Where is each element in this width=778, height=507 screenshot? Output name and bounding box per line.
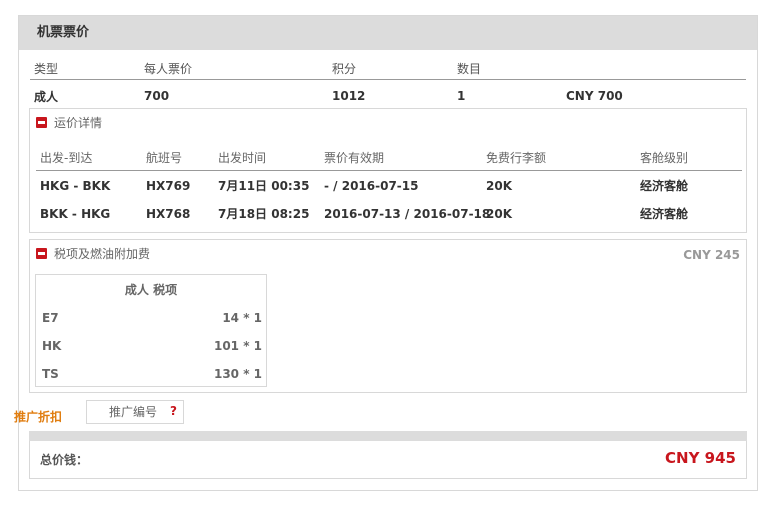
promo-label: 推广折扣 (14, 410, 63, 424)
fare-details-toggle[interactable]: 运价详情 (36, 116, 102, 130)
fare-cabin: 经济客舱 (640, 207, 689, 221)
total-section: 总价钱： CNY 945 (29, 441, 747, 479)
fare-header-row: 出发-到达 航班号 出发时间 票价有效期 免费行李额 客舱级别 (36, 145, 742, 171)
summary-header-points: 积分 (332, 62, 357, 76)
tax-breakdown-title: 成人 税项 (124, 283, 178, 297)
fare-header-flight: 航班号 (146, 151, 183, 165)
fare-baggage: 20K (486, 207, 512, 221)
fare-cabin: 经济客舱 (640, 179, 689, 193)
tax-line: HK 101 * 1 (42, 339, 262, 355)
fare-header-baggage: 免费行李额 (486, 151, 547, 165)
panel-title: 机票票价 (19, 16, 757, 50)
fare-validity: 2016-07-13 / 2016-07-18 (324, 207, 491, 221)
tax-amount: 14 * 1 (222, 311, 262, 325)
summary-header-price: 每人票价 (144, 62, 193, 76)
tax-amount: 101 * 1 (213, 339, 262, 353)
fare-route: HKG - BKK (40, 179, 111, 193)
tax-breakdown: 成人 税项 E7 14 * 1 HK 101 * 1 TS 130 * 1 (35, 274, 267, 387)
fare-details-title: 运价详情 (54, 116, 103, 130)
collapse-icon[interactable] (36, 248, 47, 259)
summary-total: CNY 700 (566, 89, 623, 103)
fare-row: HKG - BKK HX769 7月11日 00:35 - / 2016-07-… (36, 178, 742, 198)
summary-type: 成人 (34, 90, 59, 104)
collapse-icon[interactable] (36, 117, 47, 128)
fare-route: BKK - HKG (40, 207, 111, 221)
fare-baggage: 20K (486, 179, 512, 193)
tax-amount: 130 * 1 (213, 367, 262, 381)
summary-price: 700 (144, 89, 170, 103)
taxes-title: 税项及燃油附加费 (54, 247, 151, 261)
total-bar (29, 431, 747, 441)
fare-row: BKK - HKG HX768 7月18日 08:25 2016-07-13 /… (36, 206, 742, 226)
tax-line: E7 14 * 1 (42, 311, 262, 327)
fare-departure: 7月18日 08:25 (218, 207, 310, 221)
fare-flight: HX768 (146, 207, 191, 221)
summary-points: 1012 (332, 89, 366, 103)
fare-departure: 7月11日 00:35 (218, 179, 310, 193)
fare-header-validity: 票价有效期 (324, 151, 385, 165)
promo-help-icon[interactable]: ? (170, 404, 177, 418)
summary-header-count: 数目 (457, 62, 482, 76)
fare-validity: - / 2016-07-15 (324, 179, 419, 193)
fare-flight: HX769 (146, 179, 191, 193)
tax-code: E7 (42, 311, 59, 325)
summary-count: 1 (457, 89, 466, 103)
fare-header-departure: 出发时间 (218, 151, 267, 165)
taxes-section: 税项及燃油附加费 CNY 245 成人 税项 E7 14 * 1 HK 101 … (29, 239, 747, 393)
tax-code: TS (42, 367, 59, 381)
tax-line: TS 130 * 1 (42, 367, 262, 383)
summary-row: 成人 700 1012 1 CNY 700 (30, 86, 746, 106)
summary-header-row: 类型 每人票价 积分 数目 (30, 54, 746, 80)
taxes-amount: CNY 245 (683, 248, 740, 262)
fare-details-section: 运价详情 出发-到达 航班号 出发时间 票价有效期 免费行李额 客舱级别 HKG… (29, 108, 747, 233)
total-value: CNY 945 (665, 449, 736, 467)
summary-header-type: 类型 (34, 62, 59, 76)
total-label: 总价钱： (40, 453, 89, 467)
taxes-toggle[interactable]: 税项及燃油附加费 (36, 247, 150, 261)
fare-header-cabin: 客舱级别 (640, 151, 689, 165)
fare-header-route: 出发-到达 (40, 151, 93, 165)
tax-code: HK (42, 339, 62, 353)
